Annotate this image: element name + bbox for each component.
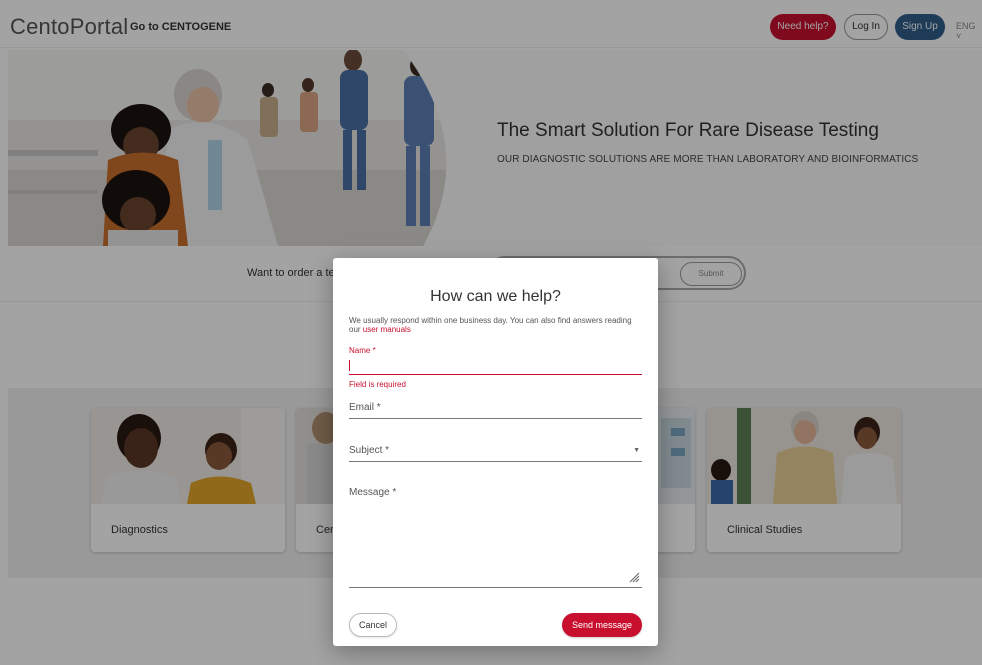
contact-dialog: How can we help? We usually respond with…	[333, 258, 658, 646]
triangle-down-icon: ▼	[633, 447, 640, 454]
message-textarea[interactable]: Message *	[349, 487, 642, 589]
name-field-error: Field is required	[349, 380, 406, 389]
user-manuals-link[interactable]: user manuals	[363, 325, 411, 334]
text-cursor	[349, 360, 350, 371]
name-field-label: Name *	[349, 346, 376, 355]
subject-field-label: Subject *	[349, 445, 390, 456]
cancel-button[interactable]: Cancel	[349, 613, 397, 637]
name-field[interactable]: Name * Field is required	[349, 346, 642, 389]
email-field-label: Email *	[349, 402, 381, 413]
resize-handle-icon[interactable]	[628, 571, 640, 583]
name-field-underline	[349, 374, 642, 375]
send-message-button[interactable]: Send message	[562, 613, 642, 637]
message-field-label: Message *	[349, 487, 397, 498]
email-field-underline	[349, 418, 642, 419]
email-field[interactable]: Email *	[349, 402, 642, 420]
subject-select[interactable]: Subject * ▼	[349, 445, 642, 463]
dialog-description: We usually respond within one business d…	[349, 316, 645, 334]
message-field-underline	[349, 587, 642, 588]
dialog-title: How can we help?	[430, 288, 561, 305]
subject-field-underline	[349, 461, 642, 462]
